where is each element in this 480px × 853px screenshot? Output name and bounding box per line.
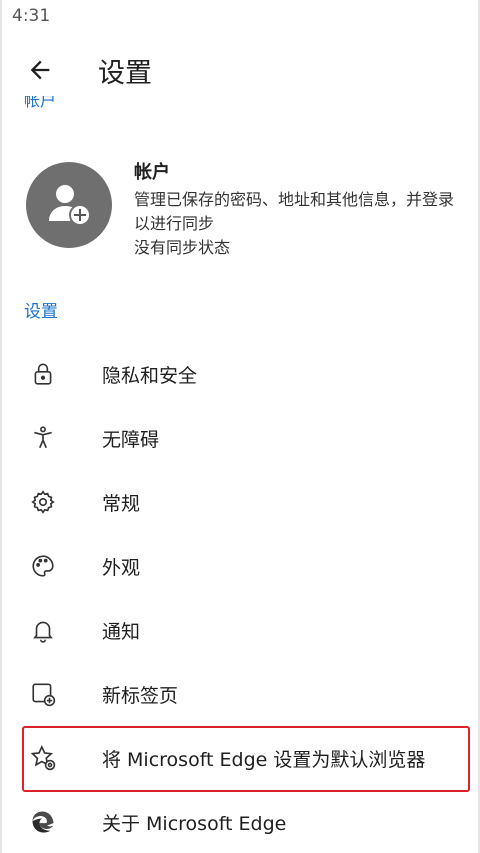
account-row[interactable]: 帐户 管理已保存的密码、地址和其他信息，并登录以进行同步 没有同步状态 [26, 156, 466, 266]
page-title: 设置 [98, 57, 152, 89]
new-tab-icon [28, 679, 58, 709]
settings-item-new-tab[interactable]: 新标签页 [2, 662, 478, 726]
back-button[interactable] [12, 42, 68, 98]
account-title: 帐户 [134, 162, 170, 183]
settings-item-label: 新标签页 [102, 684, 179, 707]
settings-list: 隐私和安全 无障碍 常规 外观 通知 新标签页 将 Microsoft Edge… [2, 342, 478, 853]
app-bar: 设置 [2, 42, 478, 98]
status-time: 4:31 [12, 6, 51, 26]
edge-logo-icon [28, 807, 58, 837]
settings-item-appearance[interactable]: 外观 [2, 534, 478, 598]
bell-icon [28, 615, 58, 645]
sync-status: 没有同步状态 [134, 238, 231, 257]
status-bar: 4:31 [2, 0, 478, 34]
lock-icon [28, 359, 58, 389]
star-gear-icon [28, 743, 58, 773]
settings-item-label: 隐私和安全 [102, 364, 198, 387]
settings-item-privacy[interactable]: 隐私和安全 [2, 342, 478, 406]
back-arrow-icon [30, 60, 50, 80]
settings-item-general[interactable]: 常规 [2, 470, 478, 534]
add-person-icon [49, 185, 91, 226]
settings-item-accessibility[interactable]: 无障碍 [2, 406, 478, 470]
settings-item-default-browser[interactable]: 将 Microsoft Edge 设置为默认浏览器 [2, 726, 478, 790]
palette-icon [28, 551, 58, 581]
settings-item-label: 外观 [102, 556, 141, 579]
screen: 4:31 设置 帐户 帐户 管理已保存的密码、地址和其他信息，并登录以进行同步 … [0, 0, 480, 853]
accessibility-icon [28, 423, 58, 453]
settings-section-header: 设置 [24, 302, 58, 322]
settings-item-about[interactable]: 关于 Microsoft Edge [2, 790, 478, 853]
settings-item-label: 无障碍 [102, 428, 160, 451]
settings-item-label: 常规 [102, 492, 141, 515]
avatar [26, 162, 112, 248]
account-description: 管理已保存的密码、地址和其他信息，并登录以进行同步 [134, 190, 455, 233]
settings-item-notifications[interactable]: 通知 [2, 598, 478, 662]
gear-icon [28, 487, 58, 517]
settings-item-label: 关于 Microsoft Edge [102, 812, 287, 835]
settings-item-label: 将 Microsoft Edge 设置为默认浏览器 [102, 748, 426, 771]
account-section-header: 帐户 [24, 96, 57, 110]
settings-item-label: 通知 [102, 620, 141, 643]
